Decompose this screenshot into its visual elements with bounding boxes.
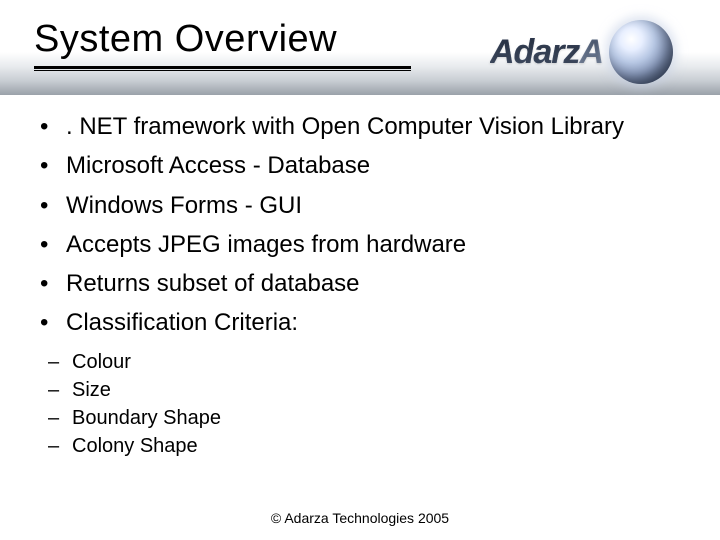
slide-title: System Overview [34, 18, 337, 61]
title-area: System Overview [34, 18, 337, 61]
list-item: Returns subset of database [36, 269, 676, 298]
list-item: Microsoft Access - Database [36, 151, 676, 180]
bullet-list: . NET framework with Open Computer Visio… [36, 112, 676, 338]
list-item: . NET framework with Open Computer Visio… [36, 112, 676, 141]
list-item: Size [44, 376, 676, 404]
list-item: Windows Forms - GUI [36, 191, 676, 220]
content-area: . NET framework with Open Computer Visio… [36, 112, 676, 460]
logo-sphere-icon [609, 20, 673, 84]
footer-copyright: © Adarza Technologies 2005 [0, 510, 720, 526]
title-underline-thick [34, 66, 411, 69]
list-item: Accepts JPEG images from hardware [36, 230, 676, 259]
list-item: Colony Shape [44, 432, 676, 460]
logo-text: AdarzA [490, 33, 603, 72]
list-item: Colour [44, 348, 676, 376]
title-underline-thin [34, 70, 411, 71]
sub-bullet-list: Colour Size Boundary Shape Colony Shape [44, 348, 676, 460]
list-item: Boundary Shape [44, 404, 676, 432]
logo: AdarzA [490, 6, 720, 98]
list-item: Classification Criteria: [36, 308, 676, 337]
